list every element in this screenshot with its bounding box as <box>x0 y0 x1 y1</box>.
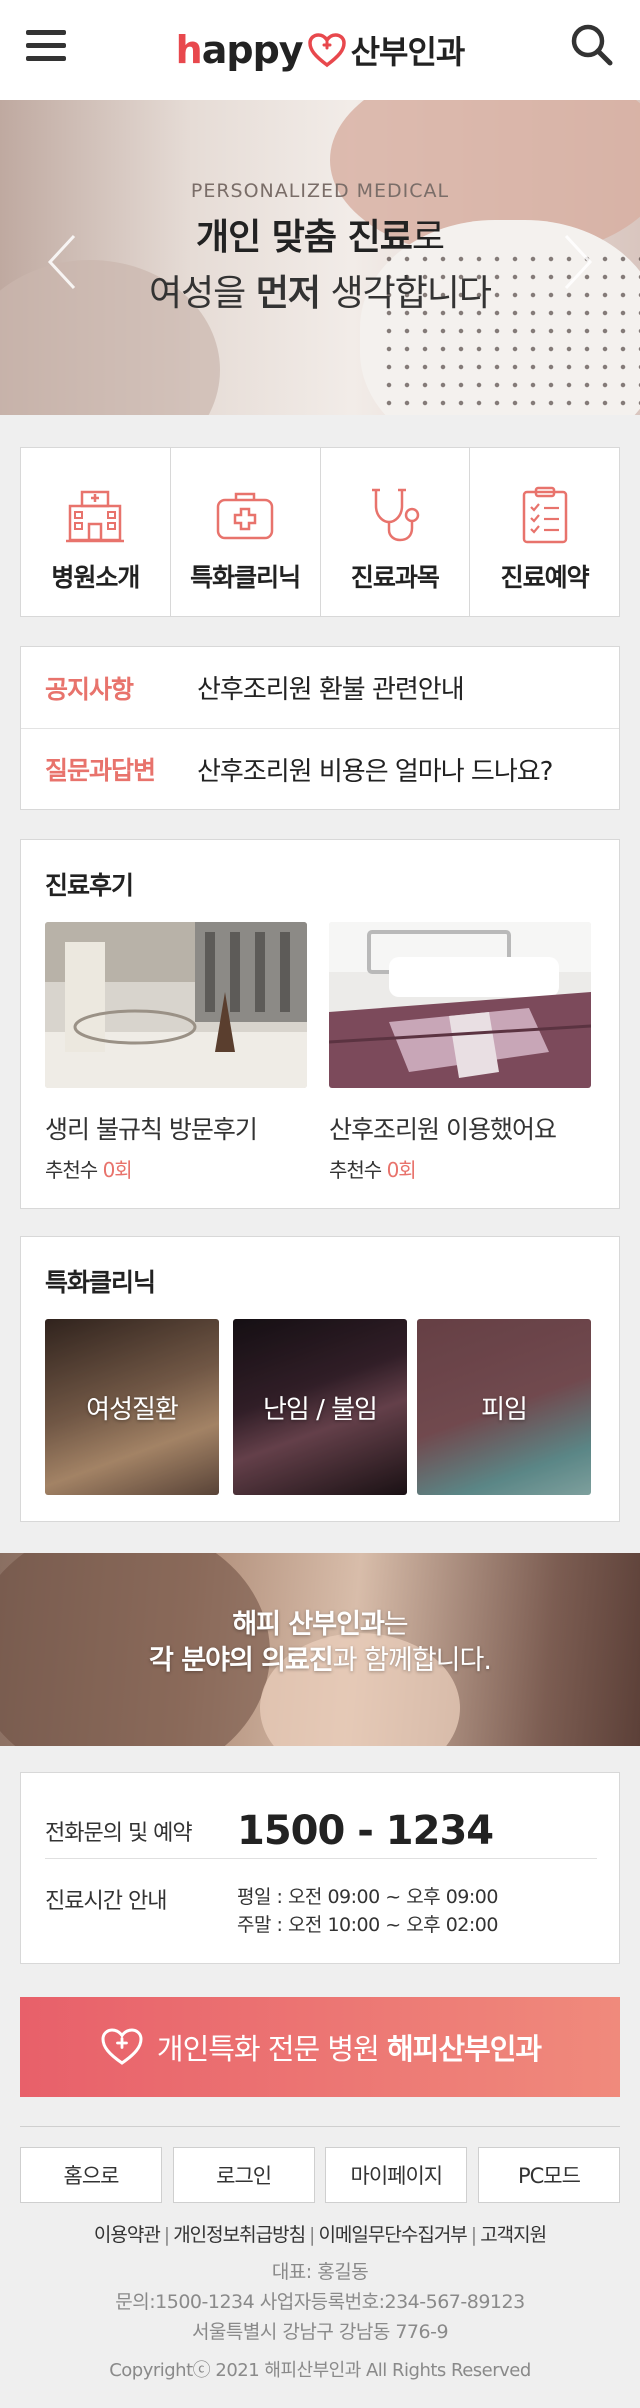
privacy-link[interactable]: 개인정보취급방침 <box>173 2224 306 2246</box>
contact-hours-label: 진료시간 안내 <box>45 1889 167 1914</box>
clinic-label: 난임 / 불임 <box>263 1394 378 1425</box>
hero-text: PERSONALIZED MEDICAL 개인 맞춤 진료로 여성을 먼저 생각… <box>0 180 640 316</box>
header: happy 산부인과 <box>0 0 640 100</box>
review-title: 생리 불규칙 방문후기 <box>45 1115 258 1144</box>
notice-tag: 공지사항 <box>45 674 134 704</box>
logo[interactable]: happy 산부인과 <box>175 27 466 73</box>
notice-row-announcement[interactable]: 공지사항 산후조리원 환불 관련안내 <box>21 647 619 728</box>
review-card[interactable]: 생리 불규칙 방문후기 추천수 0회 <box>45 922 307 1183</box>
review-image-bed <box>329 922 591 1088</box>
review-title: 산후조리원 이용했어요 <box>329 1115 557 1144</box>
review-recommend-count: 추천수 0회 <box>45 1158 133 1182</box>
hero-headline-2: 여성을 먼저 생각합니다 <box>148 273 492 314</box>
mypage-button[interactable]: 마이페이지 <box>325 2147 468 2203</box>
hero-subtitle: PERSONALIZED MEDICAL <box>190 180 450 202</box>
notice-text: 산후조리원 환불 관련안내 <box>197 675 465 705</box>
notice-tag: 질문과답변 <box>45 756 156 785</box>
footer-company-info: 대표: 홍길동 문의:1500-1234 사업자등록번호:234-567-891… <box>0 2257 640 2347</box>
notice-row-qna[interactable]: 질문과답변 산후조리원 비용은 얼마나 드나요? <box>21 728 619 809</box>
chevron-right-icon[interactable] <box>560 232 596 292</box>
footer-contact: 문의:1500-1234 사업자등록번호:234-567-89123 <box>115 2291 525 2313</box>
contact-phone-number[interactable]: 1500 - 1234 <box>237 1808 494 1854</box>
email-refusal-link[interactable]: 이메일무단수집거부 <box>318 2224 467 2246</box>
review-recommend-count: 추천수 0회 <box>329 1158 417 1182</box>
logo-happy-text: happy <box>175 28 304 72</box>
clinic-card-contraception[interactable]: 피임 <box>417 1319 591 1495</box>
notice-text: 산후조리원 비용은 얼마나 드나요? <box>197 756 553 787</box>
hero-headline-1: 개인 맞춤 진료로 <box>196 217 445 258</box>
footer-copyright: Copyrightⓒ 2021 해피산부인과 All Rights Reserv… <box>109 2360 531 2381</box>
clinic-card-womens-disease[interactable]: 여성질환 <box>45 1319 219 1495</box>
medical-team-text: 해피 산부인과는 각 분야의 의료진과 함께합니다. <box>149 1609 492 1676</box>
clinic-label: 여성질환 <box>86 1394 179 1425</box>
logo-korean-text: 산부인과 <box>350 33 466 71</box>
footer-divider <box>20 2126 620 2127</box>
quick-menu-special-clinic[interactable]: 특화클리닉 <box>171 448 321 616</box>
contact-phone-row: 전화문의 및 예약 1500 - 1234 <box>45 1803 597 1859</box>
contact-hours-row: 진료시간 안내 평일 : 오전 09:00 ~ 오후 09:00 주말 : 오전… <box>45 1883 597 1939</box>
chevron-left-icon[interactable] <box>44 232 80 292</box>
contact-hours: 평일 : 오전 09:00 ~ 오후 09:00 주말 : 오전 10:00 ~… <box>237 1886 498 1936</box>
pc-mode-button[interactable]: PC모드 <box>477 2147 620 2203</box>
quick-menu-label: 병원소개 <box>51 563 140 592</box>
contact-phone-label: 전화문의 및 예약 <box>45 1820 193 1846</box>
heart-plus-icon <box>101 2028 143 2065</box>
review-section: 진료후기 생리 불규칙 방문후기 추천수 0회 산후조리원 이용했어요 추천수 … <box>20 839 620 1209</box>
quick-menu-reservation[interactable]: 진료예약 <box>470 448 619 616</box>
medical-team-banner: 해피 산부인과는 각 분야의 의료진과 함께합니다. <box>0 1553 640 1746</box>
stethoscope-icon <box>371 488 420 542</box>
quick-menu-label: 특화클리닉 <box>190 563 301 592</box>
footer-address: 서울특별시 강남구 강남동 776-9 <box>191 2321 449 2343</box>
home-button[interactable]: 홈으로 <box>20 2147 162 2203</box>
clipboard-icon <box>522 486 567 544</box>
clinic-section-title: 특화클리닉 <box>45 1268 156 1297</box>
footer-buttons: 홈으로 로그인 마이페이지 PC모드 <box>20 2147 620 2203</box>
hamburger-menu-icon[interactable] <box>26 30 66 66</box>
cta-text: 개인특화 전문 병원 해피산부인과 <box>156 2032 542 2066</box>
login-button[interactable]: 로그인 <box>172 2147 315 2203</box>
hero-banner[interactable]: PERSONALIZED MEDICAL 개인 맞춤 진료로 여성을 먼저 생각… <box>0 100 640 415</box>
clinic-label: 피임 <box>481 1394 528 1425</box>
review-image-lobby <box>45 922 307 1088</box>
contact-info: 전화문의 및 예약 1500 - 1234 진료시간 안내 평일 : 오전 09… <box>20 1772 620 1964</box>
footer-links: 이용약관 | 개인정보취급방침 | 이메일무단수집거부 | 고객지원 <box>93 2224 547 2246</box>
special-clinic-section: 특화클리닉 여성질환 난임 / 불임 피임 <box>20 1236 620 1522</box>
quick-menu-label: 진료과목 <box>350 563 440 592</box>
review-section-title: 진료후기 <box>45 871 134 900</box>
quick-menu-label: 진료예약 <box>500 563 590 592</box>
terms-link[interactable]: 이용약관 <box>94 2224 161 2246</box>
quick-menu: 병원소개 특화클리닉 진료과목 진료예약 <box>20 447 620 617</box>
quick-menu-hospital-intro[interactable]: 병원소개 <box>21 448 171 616</box>
medical-kit-icon <box>216 492 274 540</box>
review-card[interactable]: 산후조리원 이용했어요 추천수 0회 <box>329 922 591 1183</box>
notice-list: 공지사항 산후조리원 환불 관련안내 질문과답변 산후조리원 비용은 얼마나 드… <box>20 646 620 810</box>
clinic-card-infertility[interactable]: 난임 / 불임 <box>233 1319 407 1495</box>
hospital-icon <box>66 490 125 543</box>
search-icon[interactable] <box>566 20 618 72</box>
heart-plus-icon <box>307 33 346 68</box>
footer-ceo: 대표: 홍길동 <box>271 2261 369 2283</box>
quick-menu-departments[interactable]: 진료과목 <box>321 448 471 616</box>
support-link[interactable]: 고객지원 <box>480 2224 547 2246</box>
hospital-cta-button[interactable]: 개인특화 전문 병원 해피산부인과 <box>20 1997 620 2097</box>
